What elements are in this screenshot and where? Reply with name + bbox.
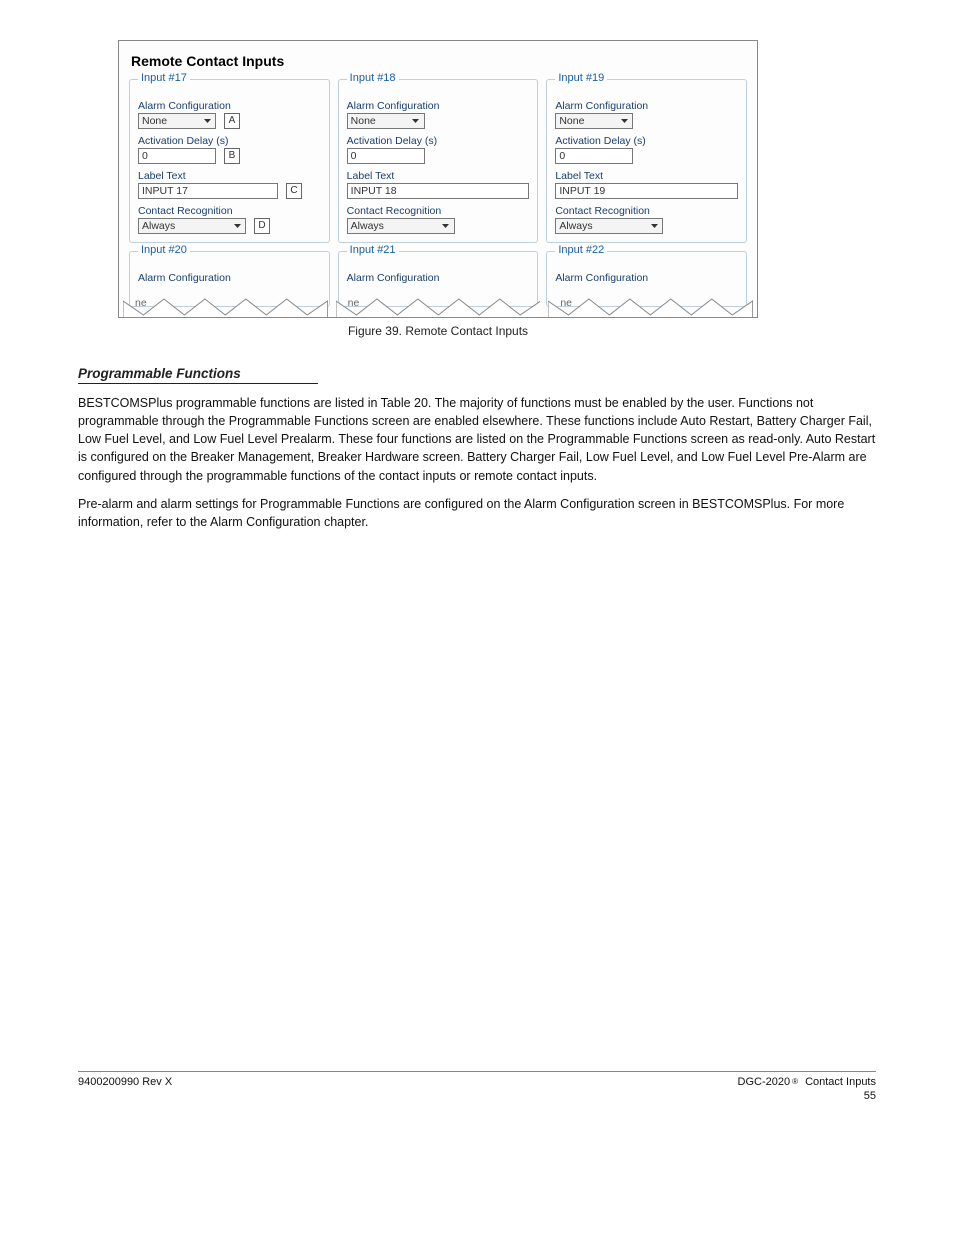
- chevron-down-icon: [649, 220, 659, 232]
- input-group-17: Input #17 Alarm Configuration None A Act…: [129, 79, 330, 243]
- page-footer-line2: 55: [78, 1090, 876, 1102]
- label-contact-recog: Contact Recognition: [555, 205, 738, 217]
- figure-caption: Figure 39. Remote Contact Inputs: [118, 324, 758, 338]
- label-activation-delay: Activation Delay (s): [555, 135, 738, 147]
- footer-left: 9400200990 Rev X: [78, 1076, 172, 1088]
- footer-page-number: 55: [864, 1090, 876, 1102]
- torn-edge: ne ne ne: [119, 297, 757, 318]
- group-legend: Input #18: [347, 72, 399, 84]
- chevron-down-icon: [411, 115, 421, 127]
- group-legend: Input #17: [138, 72, 190, 84]
- chevron-down-icon: [619, 115, 629, 127]
- input-group-18: Input #18 Alarm Configuration None Activ…: [338, 79, 539, 243]
- chevron-down-icon: [202, 115, 212, 127]
- input-value: INPUT 18: [351, 185, 397, 197]
- footer-section: Contact Inputs: [805, 1076, 876, 1088]
- label-text-input[interactable]: INPUT 17: [138, 183, 278, 199]
- footer-right: DGC-2020 ® Contact Inputs: [738, 1076, 876, 1088]
- select-value: Always: [142, 220, 175, 232]
- label-alarm-config: Alarm Configuration: [555, 100, 738, 112]
- section-heading: Programmable Functions: [78, 366, 318, 384]
- label-activation-delay: Activation Delay (s): [138, 135, 321, 147]
- inputs-row-top: Input #17 Alarm Configuration None A Act…: [119, 77, 757, 249]
- footer-product: DGC-2020: [738, 1076, 791, 1088]
- label-alarm-config: Alarm Configuration: [347, 272, 530, 284]
- group-legend: Input #21: [347, 244, 399, 256]
- select-value: None: [351, 115, 376, 127]
- figure-title: Remote Contact Inputs: [131, 53, 757, 69]
- label-text-input[interactable]: INPUT 18: [347, 183, 530, 199]
- input-group-19: Input #19 Alarm Configuration None Activ…: [546, 79, 747, 243]
- torn-fragment-text: ne: [135, 297, 147, 309]
- input-value: INPUT 17: [142, 185, 188, 197]
- select-value: Always: [351, 220, 384, 232]
- activation-delay-input[interactable]: 0: [138, 148, 216, 164]
- chevron-down-icon: [232, 220, 242, 232]
- label-label-text: Label Text: [555, 170, 738, 182]
- select-value: Always: [559, 220, 592, 232]
- callout-b: B: [224, 148, 240, 164]
- label-text-input[interactable]: INPUT 19: [555, 183, 738, 199]
- callout-d: D: [254, 218, 270, 234]
- select-value: None: [142, 115, 167, 127]
- group-legend: Input #22: [555, 244, 607, 256]
- alarm-config-select[interactable]: None: [138, 113, 216, 129]
- paragraph: Pre-alarm and alarm settings for Program…: [78, 495, 876, 531]
- group-legend: Input #20: [138, 244, 190, 256]
- label-label-text: Label Text: [347, 170, 530, 182]
- torn-fragment-text: ne: [348, 297, 360, 309]
- input-value: INPUT 19: [559, 185, 605, 197]
- label-contact-recog: Contact Recognition: [138, 205, 321, 217]
- page-footer: 9400200990 Rev X DGC-2020 ® Contact Inpu…: [78, 1071, 876, 1088]
- alarm-config-select[interactable]: None: [347, 113, 425, 129]
- torn-fragment-text: ne: [560, 297, 572, 309]
- activation-delay-input[interactable]: 0: [555, 148, 633, 164]
- callout-a: A: [224, 113, 240, 129]
- paragraph: BESTCOMSPlus programmable functions are …: [78, 394, 876, 485]
- label-activation-delay: Activation Delay (s): [347, 135, 530, 147]
- figure-panel: Remote Contact Inputs Input #17 Alarm Co…: [118, 40, 758, 318]
- label-alarm-config: Alarm Configuration: [347, 100, 530, 112]
- input-value: 0: [559, 150, 565, 162]
- alarm-config-select[interactable]: None: [555, 113, 633, 129]
- body-text: BESTCOMSPlus programmable functions are …: [78, 394, 876, 531]
- label-alarm-config: Alarm Configuration: [555, 272, 738, 284]
- select-value: None: [559, 115, 584, 127]
- chevron-down-icon: [441, 220, 451, 232]
- registered-icon: ®: [792, 1077, 798, 1086]
- group-legend: Input #19: [555, 72, 607, 84]
- label-alarm-config: Alarm Configuration: [138, 100, 321, 112]
- label-label-text: Label Text: [138, 170, 321, 182]
- contact-recog-select[interactable]: Always: [555, 218, 663, 234]
- contact-recog-select[interactable]: Always: [347, 218, 455, 234]
- label-alarm-config: Alarm Configuration: [138, 272, 321, 284]
- contact-recog-select[interactable]: Always: [138, 218, 246, 234]
- input-value: 0: [142, 150, 148, 162]
- input-value: 0: [351, 150, 357, 162]
- callout-c: C: [286, 183, 302, 199]
- label-contact-recog: Contact Recognition: [347, 205, 530, 217]
- activation-delay-input[interactable]: 0: [347, 148, 425, 164]
